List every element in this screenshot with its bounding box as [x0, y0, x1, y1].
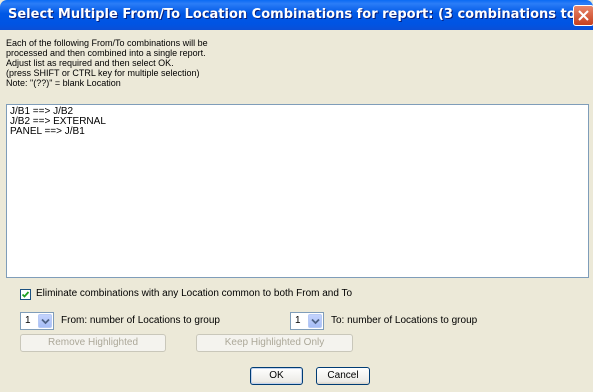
list-item[interactable]: J/B2 ==> EXTERNAL: [10, 117, 588, 127]
from-group-label: From: number of Locations to group: [61, 315, 220, 326]
instruction-line: Each of the following From/To combinatio…: [6, 38, 208, 48]
eliminate-checkbox[interactable]: [20, 289, 31, 300]
title-bar[interactable]: Select Multiple From/To Location Combina…: [0, 0, 593, 30]
from-group-value: 1: [25, 315, 31, 326]
instructions-text: Each of the following From/To combinatio…: [6, 38, 336, 88]
window-title: Select Multiple From/To Location Combina…: [8, 7, 593, 22]
from-group-dropdown-button[interactable]: [38, 314, 52, 328]
remove-highlighted-label: Remove Highlighted: [47, 337, 139, 348]
chevron-down-icon: [41, 318, 50, 325]
to-group-value: 1: [295, 315, 301, 326]
cancel-label: Cancel: [327, 370, 359, 381]
dialog-window: Select Multiple From/To Location Combina…: [0, 0, 593, 392]
to-group-select[interactable]: 1: [290, 312, 324, 330]
instruction-line: processed and then combined into a singl…: [6, 48, 206, 58]
chevron-down-icon: [311, 318, 320, 325]
from-group-select[interactable]: 1: [20, 312, 54, 330]
list-item[interactable]: PANEL ==> J/B1: [10, 127, 588, 137]
combinations-listbox[interactable]: J/B1 ==> J/B2 J/B2 ==> EXTERNAL PANEL ==…: [6, 104, 589, 278]
instruction-line: (press SHIFT or CTRL key for multiple se…: [6, 68, 200, 78]
to-group-dropdown-button[interactable]: [308, 314, 322, 328]
instruction-line: Note: "(??)" = blank Location: [6, 78, 121, 88]
ok-label: OK: [269, 370, 284, 381]
checkmark-icon: [21, 291, 30, 298]
cancel-button[interactable]: Cancel: [316, 367, 370, 385]
close-button[interactable]: [573, 5, 593, 26]
keep-highlighted-only-label: Keep Highlighted Only: [224, 337, 325, 348]
to-group-label: To: number of Locations to group: [331, 315, 478, 326]
keep-highlighted-only-button[interactable]: Keep Highlighted Only: [196, 334, 353, 352]
ok-button[interactable]: OK: [250, 367, 303, 385]
eliminate-label[interactable]: Eliminate combinations with any Location…: [36, 288, 352, 299]
close-icon: [578, 10, 589, 21]
instruction-line: Adjust list as required and then select …: [6, 58, 174, 68]
remove-highlighted-button[interactable]: Remove Highlighted: [20, 334, 166, 352]
